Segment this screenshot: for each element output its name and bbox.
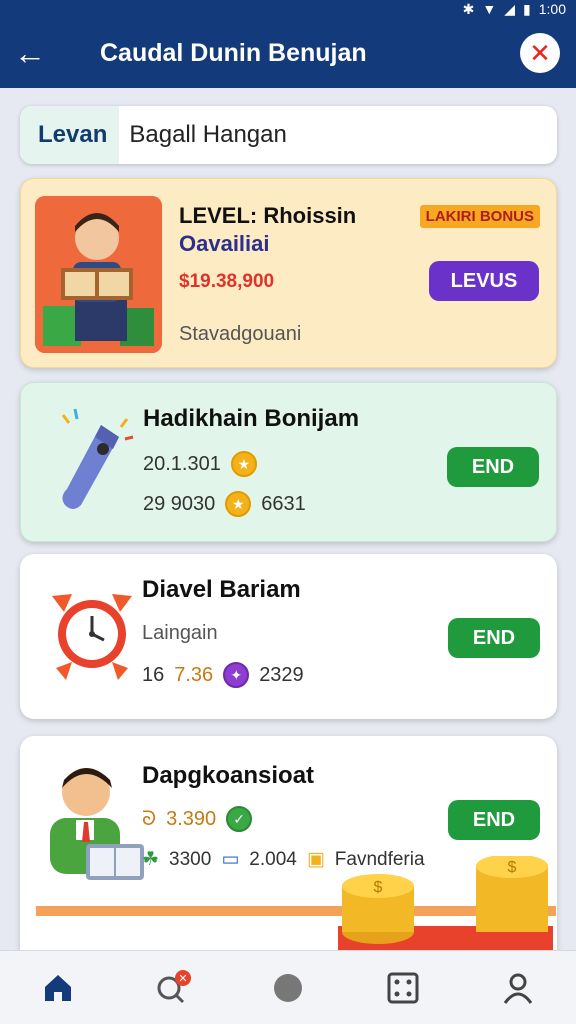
status-time: 1:00	[538, 1, 566, 17]
item-title: Diavel Bariam	[142, 576, 301, 603]
featured-card[interactable]: LEVEL: Rhoissin Oavailiai $19.38,900 Sta…	[20, 178, 557, 368]
user-icon	[504, 973, 533, 1004]
item-meta-row: 20.1.301 ★	[143, 451, 257, 477]
end-button[interactable]: END	[447, 447, 539, 487]
person-reading-icon	[35, 196, 162, 353]
nav-search[interactable]: ✕	[143, 958, 203, 1018]
nav-circle[interactable]	[258, 958, 318, 1018]
item-value: 16	[142, 663, 165, 686]
item-count: 6631	[261, 492, 306, 515]
featured-button[interactable]: LEVUS	[429, 261, 539, 301]
battery-icon: ▮	[523, 0, 531, 17]
page-title: Caudal Dunin Benujan	[100, 38, 367, 67]
check-badge-icon: ✓	[226, 806, 253, 832]
end-button[interactable]: END	[448, 618, 540, 658]
item-meta-row: ᘐ 3.390 ✓	[142, 806, 253, 832]
item-caption: Laingain	[142, 622, 218, 644]
svg-text:$: $	[508, 859, 517, 876]
card-icon: ▭	[221, 849, 240, 870]
list-item[interactable]: Diavel Bariam Laingain 16 7.36 ✦ 2329 EN…	[20, 554, 557, 719]
item-prefix-icon: ᘐ	[142, 807, 157, 830]
item-title: Hadikhain Bonijam	[143, 405, 360, 432]
purple-badge-icon: ✦	[223, 662, 250, 688]
item-title: Dapgkoansioat	[142, 762, 315, 789]
wifi-icon: ▼	[482, 1, 497, 17]
list-item[interactable]: Dapgkoansioat ᘐ 3.390 ✓ ☘ 3300 ▭ 2.004 ▣…	[20, 736, 557, 976]
item-value: 7.36	[174, 663, 214, 686]
bonus-badge: LAKIRI BONUS	[419, 205, 540, 228]
nav-home[interactable]	[28, 958, 88, 1018]
arrow-left-icon: ←	[14, 34, 46, 71]
search-tab[interactable]: Levan	[20, 106, 120, 164]
item-count: 2329	[259, 663, 304, 686]
star-coin-icon: ★	[225, 491, 252, 517]
app-bar: ← Caudal Dunin Benujan ✕	[0, 18, 576, 88]
search-input[interactable]: Bagall Hangan	[119, 121, 286, 149]
item-value: 20.1.301	[143, 452, 221, 475]
featured-price: $19.38,900	[179, 271, 275, 292]
nav-profile[interactable]	[488, 958, 548, 1018]
search-bar[interactable]: Levan Bagall Hangan	[20, 106, 557, 164]
close-button[interactable]: ✕	[520, 33, 560, 73]
home-icon	[44, 974, 71, 1001]
featured-caption: Stavadgouani	[179, 323, 302, 345]
item-value: 2.004	[249, 848, 297, 870]
item-value: 29 9030	[143, 492, 216, 515]
end-button[interactable]: END	[448, 800, 540, 840]
featured-image	[35, 196, 162, 353]
dice-icon	[387, 972, 419, 1003]
ticket-icon: ▣	[306, 849, 325, 870]
featured-subtitle: Oavailiai	[179, 231, 270, 256]
coin-icon: ★	[230, 451, 257, 477]
status-bar: ✱ ▼ ◢ ▮ 1:00	[0, 0, 576, 18]
leaf-icon: ☘	[142, 849, 160, 870]
featured-title: LEVEL: Rhoissin	[179, 203, 357, 228]
svg-text:✕: ✕	[178, 973, 187, 985]
alarm-clock-icon	[52, 594, 132, 680]
list-item[interactable]: Hadikhain Bonijam 20.1.301 ★ 29 9030 ★ 6…	[20, 382, 557, 542]
search-icon: ✕	[157, 969, 191, 1003]
person-reading-icon	[50, 768, 144, 880]
item-value: 3.390	[166, 807, 217, 830]
bluetooth-icon: ✱	[462, 0, 475, 17]
coin-stack-icon: $ $	[338, 856, 553, 952]
svg-text:$: $	[374, 879, 383, 896]
bottom-nav: ✕	[0, 950, 576, 1024]
stapler-icon	[61, 408, 134, 509]
item-meta-row: 16 7.36 ✦ 2329	[142, 662, 304, 688]
item-meta-row: 29 9030 ★ 6631	[143, 491, 306, 517]
signal-icon: ◢	[504, 0, 516, 17]
nav-dice[interactable]	[373, 958, 433, 1018]
item-value: 3300	[169, 848, 212, 870]
circle-icon	[273, 973, 302, 1002]
back-button[interactable]: ←	[0, 18, 60, 88]
close-icon: ✕	[529, 37, 551, 68]
